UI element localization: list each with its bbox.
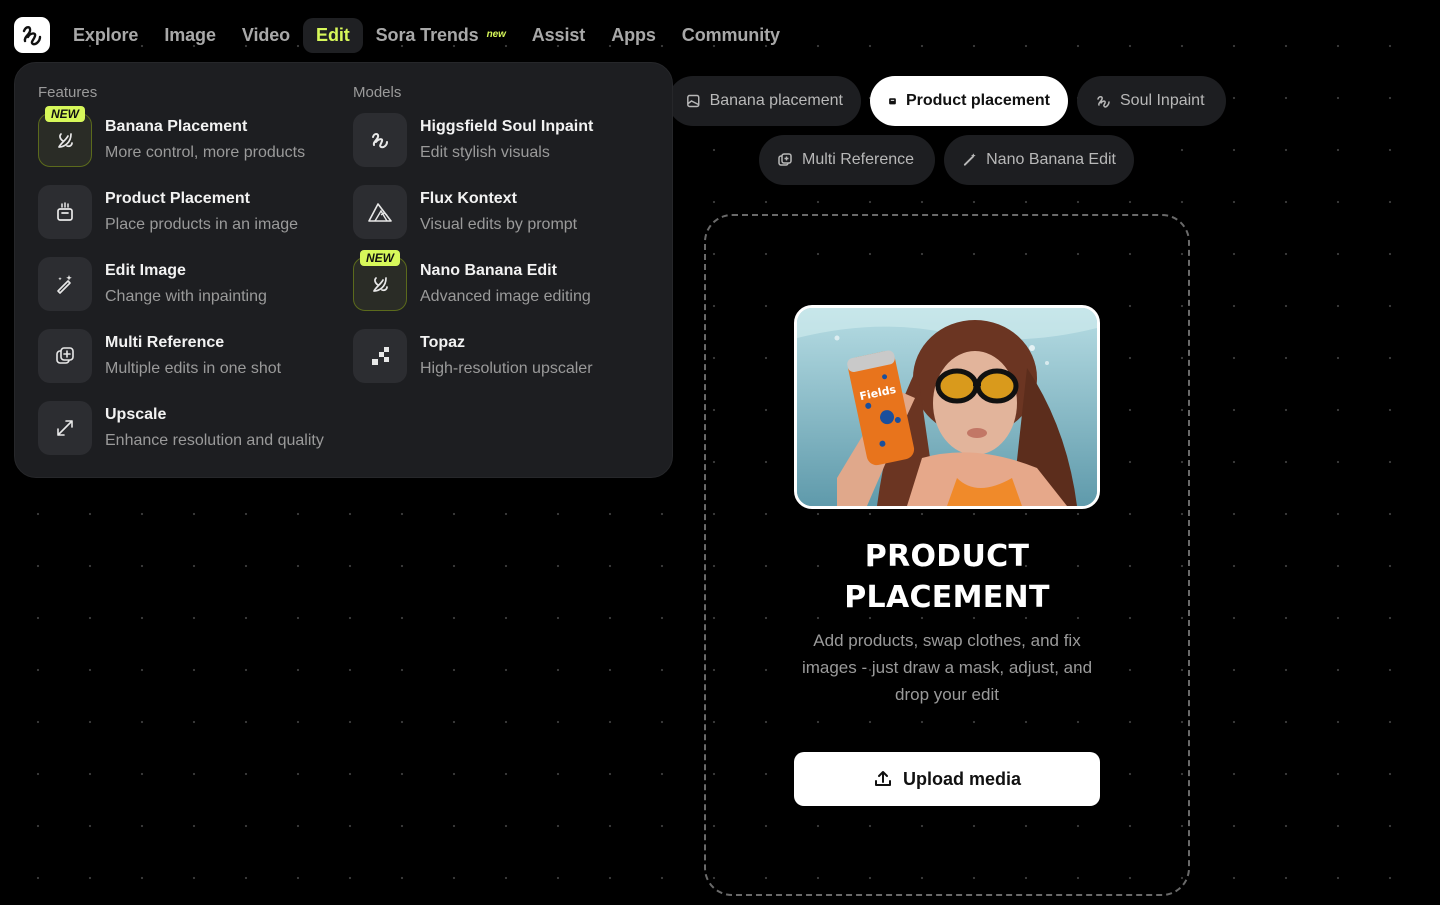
- banana-icon: NEW: [353, 250, 407, 311]
- magic-wand-icon: [963, 153, 976, 166]
- higgsfield-logo-icon[interactable]: [14, 17, 50, 53]
- multi-layer-icon: [778, 153, 792, 166]
- mode-nano-label: Nano Banana Edit: [986, 151, 1116, 168]
- menu-item-edit-image[interactable]: Edit Image Change with inpainting: [38, 257, 267, 311]
- card-title: PRODUCT PLACEMENT: [794, 536, 1100, 618]
- menu-item-topaz[interactable]: Topaz High-resolution upscaler: [353, 329, 593, 383]
- menu-item-title: Higgsfield Soul Inpaint: [420, 118, 594, 135]
- card-title-line1: PRODUCT: [864, 539, 1030, 574]
- features-heading: Features: [38, 84, 98, 101]
- new-tag: NEW: [45, 106, 85, 122]
- top-nav: Explore Image Video Edit Sora Trends new…: [0, 0, 1440, 70]
- menu-item-title: Multi Reference: [105, 334, 225, 351]
- nav-community[interactable]: Community: [669, 18, 793, 53]
- upload-icon: [874, 771, 891, 786]
- nav-image[interactable]: Image: [151, 18, 229, 53]
- nav-explore[interactable]: Explore: [60, 18, 151, 53]
- mode-banana-label: Banana placement: [709, 92, 843, 109]
- flux-triangle-icon: [353, 185, 407, 239]
- image-frame-icon: [687, 94, 700, 108]
- menu-item-subtitle: More control, more products: [105, 144, 306, 161]
- nav-sora-trends[interactable]: Sora Trends new: [363, 18, 519, 53]
- mode-nano-banana-edit[interactable]: Nano Banana Edit: [944, 135, 1134, 185]
- mode-multi-label: Multi Reference: [802, 151, 915, 168]
- menu-item-subtitle: Place products in an image: [105, 216, 298, 233]
- nav-apps-label: Apps: [611, 24, 656, 45]
- menu-item-title: Flux Kontext: [420, 190, 517, 207]
- edit-dropdown-menu: Features Models NEW Banana Placement Mor…: [14, 62, 673, 478]
- nav-video-label: Video: [241, 24, 291, 45]
- menu-item-upscale[interactable]: Upscale Enhance resolution and quality: [38, 401, 324, 455]
- nav-assist-label: Assist: [531, 24, 586, 45]
- card-desc-line2: images - just draw a mask, adjust, and: [801, 658, 1093, 677]
- menu-item-subtitle: Multiple edits in one shot: [105, 360, 282, 377]
- product-box-icon: [38, 185, 92, 239]
- menu-item-title: Topaz: [420, 334, 466, 351]
- menu-item-product-placement[interactable]: Product Placement Place products in an i…: [38, 185, 298, 239]
- topaz-pixel-icon: [353, 329, 407, 383]
- nav-apps[interactable]: Apps: [598, 18, 669, 53]
- menu-item-subtitle: High-resolution upscaler: [420, 360, 593, 377]
- product-placement-preview-image: Fields: [794, 305, 1100, 509]
- menu-item-title: Edit Image: [105, 262, 186, 279]
- menu-item-higgsfield-soul-inpaint[interactable]: Higgsfield Soul Inpaint Edit stylish vis…: [353, 113, 593, 167]
- higgsfield-logo-icon: [353, 113, 407, 167]
- menu-item-subtitle: Edit stylish visuals: [420, 144, 550, 161]
- card-description: Add products, swap clothes, and fix imag…: [784, 627, 1110, 708]
- new-badge: new: [486, 29, 506, 40]
- nav-edit-label: Edit: [316, 24, 350, 45]
- menu-item-subtitle: Visual edits by prompt: [420, 216, 578, 233]
- upload-media-button[interactable]: Upload media: [794, 752, 1100, 806]
- menu-item-title: Upscale: [105, 406, 167, 423]
- menu-item-subtitle: Enhance resolution and quality: [105, 432, 324, 449]
- upload-media-label: Upload media: [902, 768, 1022, 789]
- menu-item-subtitle: Advanced image editing: [420, 288, 591, 305]
- menu-item-title: Banana Placement: [105, 118, 248, 135]
- card-desc-line3: drop your edit: [895, 685, 999, 704]
- nav-video[interactable]: Video: [229, 18, 303, 53]
- nav-community-label: Community: [681, 24, 780, 45]
- card-title-line2: PLACEMENT: [844, 580, 1050, 615]
- mode-soul-inpaint[interactable]: Soul Inpaint: [1077, 76, 1226, 126]
- banana-icon: NEW: [38, 106, 92, 167]
- nav-sora-trends-label: Sora Trends: [375, 24, 479, 45]
- menu-item-subtitle: Change with inpainting: [105, 288, 267, 305]
- models-heading: Models: [353, 84, 402, 101]
- mode-soul-label: Soul Inpaint: [1120, 92, 1205, 109]
- product-box-icon: [889, 98, 896, 105]
- card-desc-line1: Add products, swap clothes, and fix: [813, 631, 1081, 650]
- new-tag: NEW: [360, 250, 400, 266]
- expand-arrows-icon: [38, 401, 92, 455]
- mode-product-placement[interactable]: Product placement: [870, 76, 1068, 126]
- mode-product-label: Product placement: [905, 92, 1050, 109]
- higgsfield-logo-icon: [1097, 96, 1110, 108]
- menu-item-title: Nano Banana Edit: [420, 262, 557, 279]
- preview-illustration: Fields: [797, 308, 1097, 506]
- menu-item-title: Product Placement: [105, 190, 250, 207]
- menu-item-flux-kontext[interactable]: Flux Kontext Visual edits by prompt: [353, 185, 577, 239]
- nav-edit[interactable]: Edit: [303, 17, 363, 53]
- menu-item-multi-reference[interactable]: Multi Reference Multiple edits in one sh…: [38, 329, 281, 383]
- menu-item-banana-placement[interactable]: NEW Banana Placement More control, more …: [38, 106, 306, 167]
- nav-image-label: Image: [164, 24, 216, 45]
- multi-layer-icon: [38, 329, 92, 383]
- mode-banana-placement[interactable]: Banana placement: [668, 76, 861, 126]
- menu-item-nano-banana-edit[interactable]: NEW Nano Banana Edit Advanced image edit…: [353, 250, 591, 311]
- nav-explore-label: Explore: [73, 24, 139, 45]
- nav-assist[interactable]: Assist: [519, 18, 598, 53]
- mode-multi-reference[interactable]: Multi Reference: [759, 135, 935, 185]
- brush-icon: [38, 257, 92, 311]
